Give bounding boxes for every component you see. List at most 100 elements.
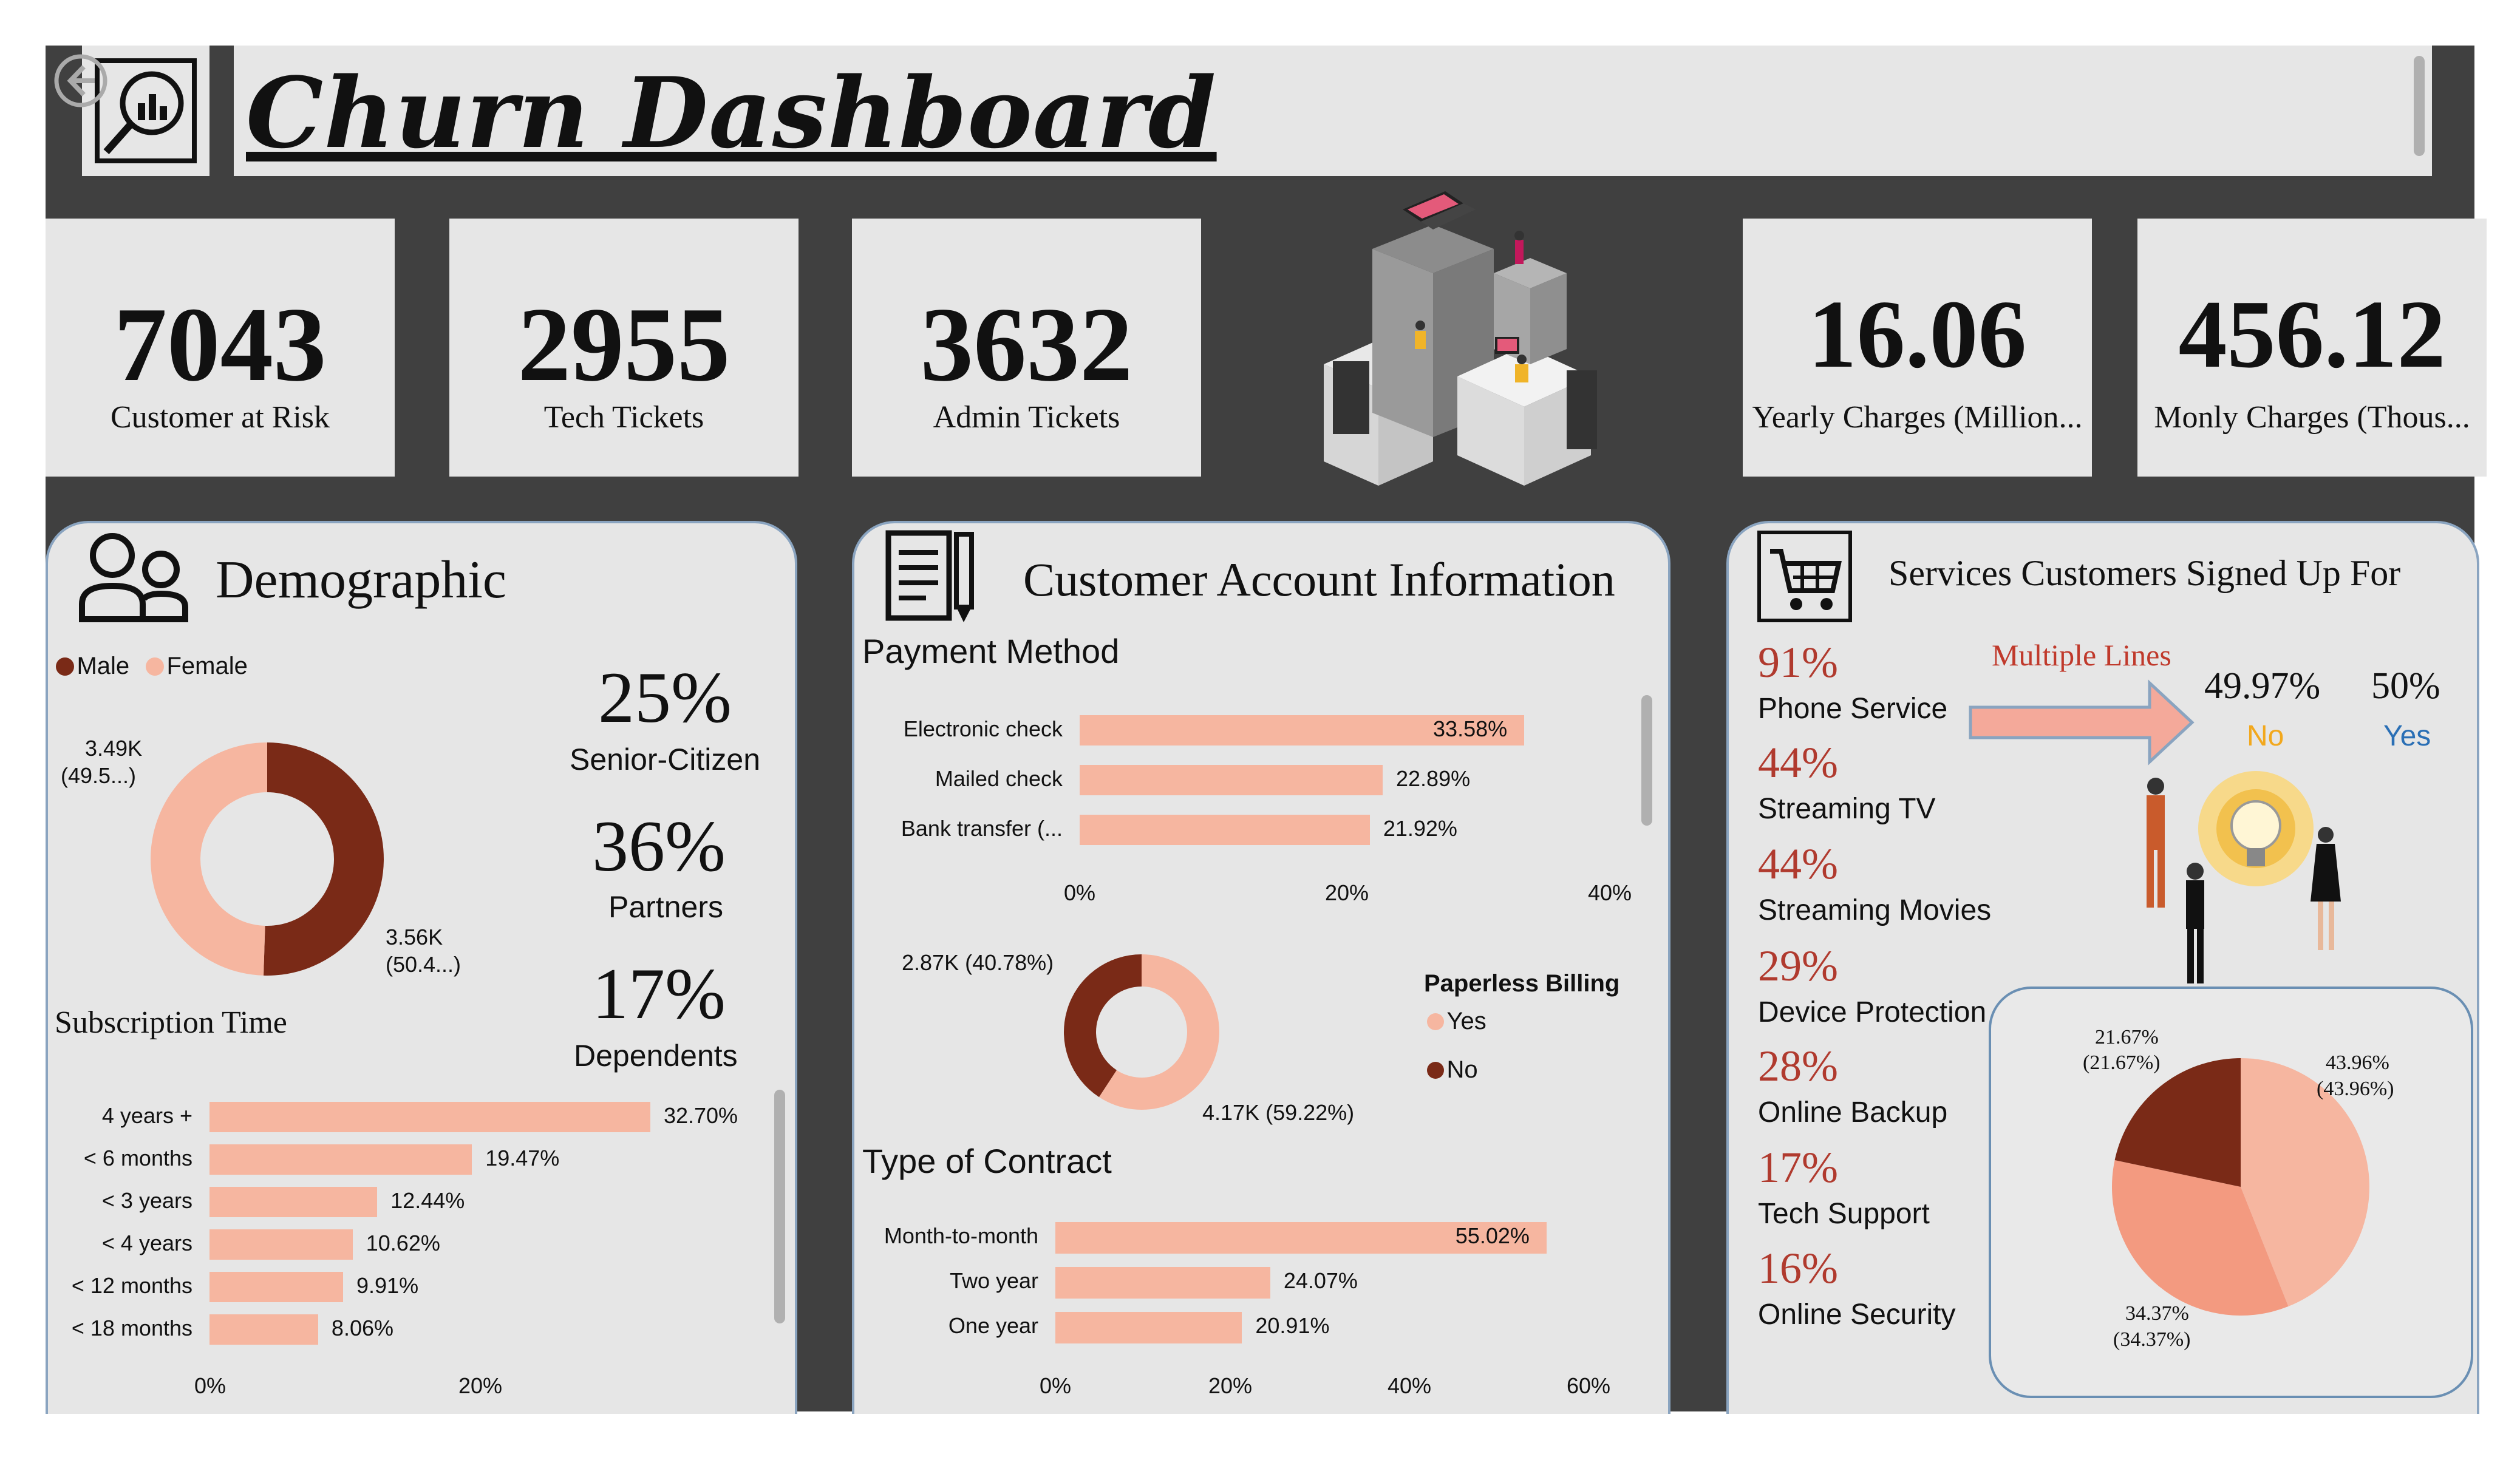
service-pct: 44% (1758, 738, 1838, 787)
bar-value-label: 19.47% (485, 1146, 560, 1170)
bar-value-label: 21.92% (1383, 816, 1457, 841)
kpi-value: 2955 (517, 285, 730, 403)
legend-female[interactable]: Female (146, 653, 248, 680)
service-pct: 44% (1758, 840, 1838, 888)
legend-label: Yes (1446, 1008, 1486, 1034)
bar[interactable] (1055, 1267, 1270, 1299)
service-pct: 28% (1758, 1042, 1838, 1090)
bar[interactable] (209, 1144, 472, 1175)
senior-citizen-label: Senior-Citizen (570, 742, 761, 776)
subscription-scrollbar[interactable] (774, 1090, 785, 1323)
bar[interactable] (209, 1229, 353, 1260)
bar-value-label: 33.58% (1433, 716, 1508, 741)
legend-swatch-no (1427, 1061, 1444, 1079)
dependents-label: Dependents (574, 1039, 738, 1073)
isometric-office-illustration (1324, 191, 1597, 486)
donut-label-female: 3.49K (85, 736, 143, 761)
service-label: Tech Support (1758, 1198, 1930, 1230)
document-icon (885, 530, 974, 622)
bar[interactable] (1080, 815, 1370, 845)
payment-scrollbar[interactable] (1641, 695, 1652, 826)
bar-value-label: 10.62% (366, 1231, 440, 1255)
account-title: Customer Account Information (1023, 553, 1615, 606)
bar-value-label: 8.06% (331, 1316, 393, 1340)
bar-value-label: 9.91% (356, 1273, 419, 1298)
payment-title: Payment Method (862, 632, 1120, 670)
legend-male[interactable]: Male (56, 653, 129, 680)
bar-category-label: < 4 years (101, 1231, 192, 1255)
axis-tick: 40% (1388, 1373, 1432, 1398)
bar[interactable] (209, 1102, 650, 1132)
paperless-legend-title: Paperless Billing (1424, 970, 1620, 997)
bar-value-label: 55.02% (1455, 1223, 1530, 1248)
axis-tick: 0% (194, 1373, 226, 1398)
bar[interactable] (1080, 765, 1383, 795)
service-label: Online Backup (1758, 1096, 1948, 1129)
donut-label-male-pct: (50.4...) (386, 952, 461, 977)
kpi-label: Tech Tickets (543, 400, 704, 435)
gender-donut-chart[interactable] (149, 741, 386, 977)
pie-label: 34.37% (2125, 1302, 2189, 1325)
bar-category-label: Bank transfer (... (901, 816, 1063, 841)
bar[interactable] (209, 1272, 343, 1302)
bar[interactable] (209, 1314, 318, 1345)
legend-swatch-female (146, 657, 164, 676)
paperless-legend-no[interactable]: No (1427, 1056, 1478, 1084)
donut-label-male: 3.56K (386, 925, 443, 949)
pie-label: 21.67% (2095, 1026, 2159, 1048)
axis-tick: 20% (1208, 1373, 1253, 1398)
legend-swatch-yes (1427, 1013, 1444, 1030)
kpi-tech-tickets: 2955 Tech Tickets (449, 219, 799, 477)
bar-value-label: 32.70% (663, 1103, 738, 1128)
service-pct: 17% (1758, 1143, 1838, 1192)
pie-label: (21.67%) (2083, 1051, 2161, 1074)
kpi-monthly-charges: 456.12 Monly Charges (Thous... (2137, 219, 2487, 477)
legend-label: Male (77, 653, 130, 679)
kpi-value: 456.12 (2178, 280, 2446, 388)
multiple-lines-no-pct: 49.97% (2204, 665, 2321, 707)
service-label: Online Security (1758, 1299, 1956, 1331)
bar[interactable] (1055, 1312, 1242, 1343)
paperless-legend-yes[interactable]: Yes (1427, 1008, 1486, 1035)
people-icon (79, 533, 188, 622)
kpi-yearly-charges: 16.06 Yearly Charges (Million... (1743, 219, 2092, 477)
service-label: Streaming Movies (1758, 894, 1992, 926)
axis-tick: 20% (458, 1373, 503, 1398)
kpi-admin-tickets: 3632 Admin Tickets (852, 219, 1201, 477)
shopping-cart-icon (1757, 531, 1852, 622)
senior-citizen-pct: 25% (598, 657, 732, 738)
pie-slice[interactable] (150, 742, 267, 976)
bar-category-label: Month-to-month (884, 1223, 1038, 1248)
service-label: Phone Service (1758, 693, 1948, 725)
back-button[interactable] (53, 53, 108, 108)
idea-people-illustration (2147, 771, 2341, 983)
kpi-value: 3632 (920, 285, 1133, 403)
pie-slice[interactable] (264, 742, 384, 976)
title-scrollbar[interactable] (2414, 56, 2425, 156)
paperless-donut-chart[interactable] (1063, 953, 1221, 1111)
service-pct: 16% (1758, 1244, 1838, 1292)
multiple-lines-yes-pct: 50% (2371, 665, 2440, 707)
multiple-lines-title: Multiple Lines (1992, 638, 2171, 672)
service-pct: 29% (1758, 942, 1838, 990)
bar-category-label: 4 years + (101, 1103, 192, 1128)
back-arrow-icon (54, 54, 107, 107)
bar-category-label: Mailed check (935, 766, 1063, 791)
bar[interactable] (209, 1187, 378, 1217)
pie-slice[interactable] (1064, 954, 1142, 1098)
bar-category-label: Electronic check (903, 716, 1063, 741)
axis-tick: 60% (1567, 1373, 1611, 1398)
multiple-lines-no-label: No (2247, 720, 2284, 752)
arrow-right-icon (1969, 679, 2195, 766)
bar-value-label: 22.89% (1396, 766, 1471, 791)
multiple-lines-yes-label: Yes (2383, 720, 2431, 752)
donut-label-female-pct: (49.5...) (61, 763, 137, 788)
paperless-no-label: 2.87K (40.78%) (902, 950, 1054, 975)
service-label: Streaming TV (1758, 793, 1936, 825)
kpi-label: Customer at Risk (110, 400, 330, 435)
legend-label: Female (166, 653, 248, 679)
dependents-pct: 17% (592, 953, 726, 1034)
bar-category-label: Two year (949, 1268, 1038, 1293)
partners-pct: 36% (592, 806, 726, 886)
bar-value-label: 12.44% (390, 1188, 465, 1213)
